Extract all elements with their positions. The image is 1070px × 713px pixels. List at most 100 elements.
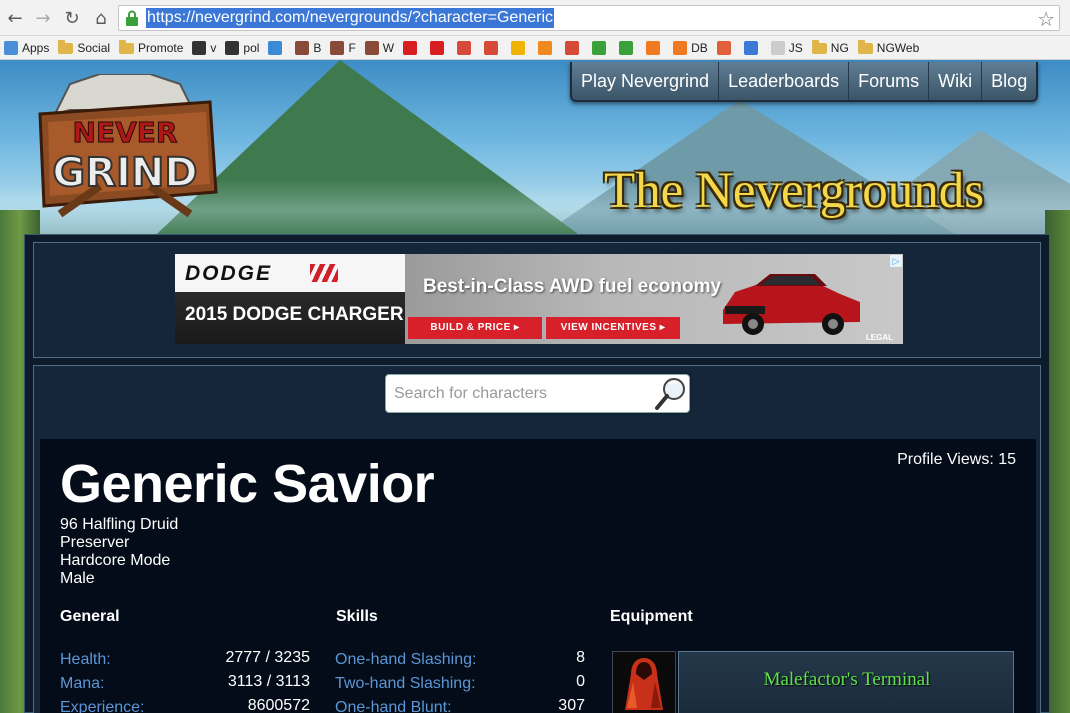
bookmark-label: F <box>348 40 356 55</box>
page-icon <box>770 40 785 55</box>
bookmark-item[interactable]: F <box>330 38 356 58</box>
red-car-icon <box>723 274 860 335</box>
bookmark-item[interactable] <box>268 38 286 58</box>
cpanel-icon <box>673 40 688 55</box>
bookmark-item[interactable] <box>403 38 421 58</box>
bookmark-label: NG <box>830 40 849 55</box>
bookmark-item[interactable] <box>619 38 637 58</box>
bookmark-item[interactable] <box>484 38 502 58</box>
character-gender: Male <box>60 570 95 587</box>
ad-build-price-button[interactable]: BUILD & PRICE ▸ <box>408 317 542 339</box>
nav-leaderboards[interactable]: Leaderboards <box>719 62 850 100</box>
bookmark-label: Apps <box>22 40 50 55</box>
bookmark-item[interactable]: Promote <box>119 38 183 58</box>
apps-grid-icon <box>4 40 18 55</box>
bookmark-item[interactable]: Apps <box>4 38 49 58</box>
stat-mana-label: Mana: <box>60 675 105 692</box>
bookmark-item[interactable]: Social <box>58 38 110 58</box>
bookmark-label: W <box>382 40 395 55</box>
bookmark-item[interactable] <box>457 38 475 58</box>
s-letter-icon <box>268 40 283 55</box>
bookmarks-bar: Apps Social Promote v pol B F W DB JS NG NGWeb <box>0 36 1070 60</box>
character-title: Preserver <box>60 534 130 551</box>
general-heading: General <box>60 608 120 625</box>
bookmark-item[interactable]: JS <box>770 38 803 58</box>
forward-arrow-icon[interactable]: → <box>31 6 55 30</box>
bookmark-item[interactable] <box>538 38 556 58</box>
skills-heading: Skills <box>336 608 378 625</box>
site-title: The Nevergrounds <box>604 163 985 219</box>
dodge-banner-ad[interactable]: DODGE 2015 DODGE CHARGER Best-in-Class A… <box>175 254 903 344</box>
bookmark-label: JS <box>788 40 803 55</box>
folder-icon <box>119 40 135 54</box>
nav-play-nevergrind[interactable]: Play Nevergrind <box>572 62 720 100</box>
content-frame: DODGE 2015 DODGE CHARGER Best-in-Class A… <box>24 234 1050 713</box>
infinity-icon <box>192 40 207 55</box>
ad-legal[interactable]: LEGAL <box>866 333 893 342</box>
bookmark-item[interactable]: NG <box>811 38 849 58</box>
skill-one-hand-slashing-label: One-hand Slashing: <box>335 651 477 668</box>
character-name: Generic Savior <box>60 454 435 514</box>
cpanel-icon <box>646 40 661 55</box>
ad-model: 2015 DODGE CHARGER <box>185 304 404 325</box>
folder-icon <box>58 40 74 54</box>
main-panel: Generic Savior Profile Views: 15 96 Half… <box>33 365 1041 713</box>
infinity-icon <box>225 40 240 55</box>
bookmark-label: DB <box>691 40 708 55</box>
bookmark-label: v <box>210 40 217 55</box>
bookmark-item[interactable] <box>716 38 735 58</box>
folder-icon <box>811 40 827 54</box>
search-input[interactable] <box>394 384 644 404</box>
url-bar[interactable]: https://nevergrind.com/nevergrounds/?cha… <box>118 5 1060 31</box>
bookmark-item[interactable] <box>430 38 448 58</box>
magnifier-search-icon[interactable] <box>653 375 689 412</box>
bookmark-label: B <box>313 40 322 55</box>
green-square-icon <box>619 40 634 55</box>
home-icon[interactable]: ⌂ <box>89 6 113 30</box>
bookmark-item[interactable]: W <box>364 38 395 58</box>
stat-experience-label: Experience: <box>60 699 145 713</box>
equipment-item[interactable]: Malefactor's Terminal <box>612 651 1014 713</box>
bookmark-item[interactable]: NGWeb <box>857 38 919 58</box>
logo-text-bottom: GRIND <box>52 150 197 196</box>
bookmark-item[interactable] <box>743 38 762 58</box>
youtube-icon <box>403 40 418 55</box>
ad-panel: DODGE 2015 DODGE CHARGER Best-in-Class A… <box>33 242 1041 358</box>
skill-two-hand-slashing-label: Two-hand Slashing: <box>335 675 476 692</box>
url-text[interactable]: https://nevergrind.com/nevergrounds/?cha… <box>146 8 554 28</box>
bookmark-label: Promote <box>138 40 184 55</box>
bookmark-label: pol <box>243 40 260 55</box>
nav-blog[interactable]: Blog <box>982 62 1036 100</box>
ad-view-incentives-button[interactable]: VIEW INCENTIVES ▸ <box>546 317 680 339</box>
logo-text-top: NEVER <box>73 116 178 149</box>
bookmark-item[interactable] <box>511 38 529 58</box>
skill-one-hand-blunt-label: One-hand Blunt: <box>335 699 452 713</box>
reload-icon[interactable]: ↻ <box>60 6 84 30</box>
nav-wiki[interactable]: Wiki <box>929 62 983 100</box>
bookmark-item[interactable] <box>592 38 610 58</box>
red-robe-icon[interactable] <box>612 651 676 713</box>
green-square-icon <box>592 40 607 55</box>
equipment-name[interactable]: Malefactor's Terminal <box>679 669 1015 691</box>
character-profile: Generic Savior Profile Views: 15 96 Half… <box>40 439 1036 713</box>
bookmark-item[interactable] <box>646 38 664 58</box>
youtube-icon <box>430 40 445 55</box>
skill-one-hand-slashing-value: 8 <box>576 649 585 666</box>
bookmark-item[interactable]: DB <box>673 38 708 58</box>
ad-choices-icon[interactable]: ▷ <box>890 255 902 267</box>
back-arrow-icon[interactable]: ← <box>3 6 27 30</box>
analytics-icon <box>538 40 553 55</box>
equipment-heading: Equipment <box>610 608 693 625</box>
equipment-slot[interactable]: Malefactor's Terminal <box>678 651 1014 713</box>
bookmark-item[interactable]: B <box>295 38 321 58</box>
bookmark-brown-icon <box>295 40 310 55</box>
bookmark-item[interactable]: pol <box>225 38 259 58</box>
stat-health-value: 2777 / 3235 <box>225 649 310 666</box>
nav-forums[interactable]: Forums <box>849 62 930 100</box>
dodge-stripes-icon <box>310 264 338 282</box>
stat-experience-value: 8600572 <box>247 697 310 713</box>
bookmark-item[interactable] <box>565 38 583 58</box>
nevergrind-logo[interactable]: NEVER GRIND <box>30 74 220 230</box>
bookmark-item[interactable]: v <box>192 38 216 58</box>
bookmark-star-icon[interactable]: ☆ <box>1037 7 1055 31</box>
